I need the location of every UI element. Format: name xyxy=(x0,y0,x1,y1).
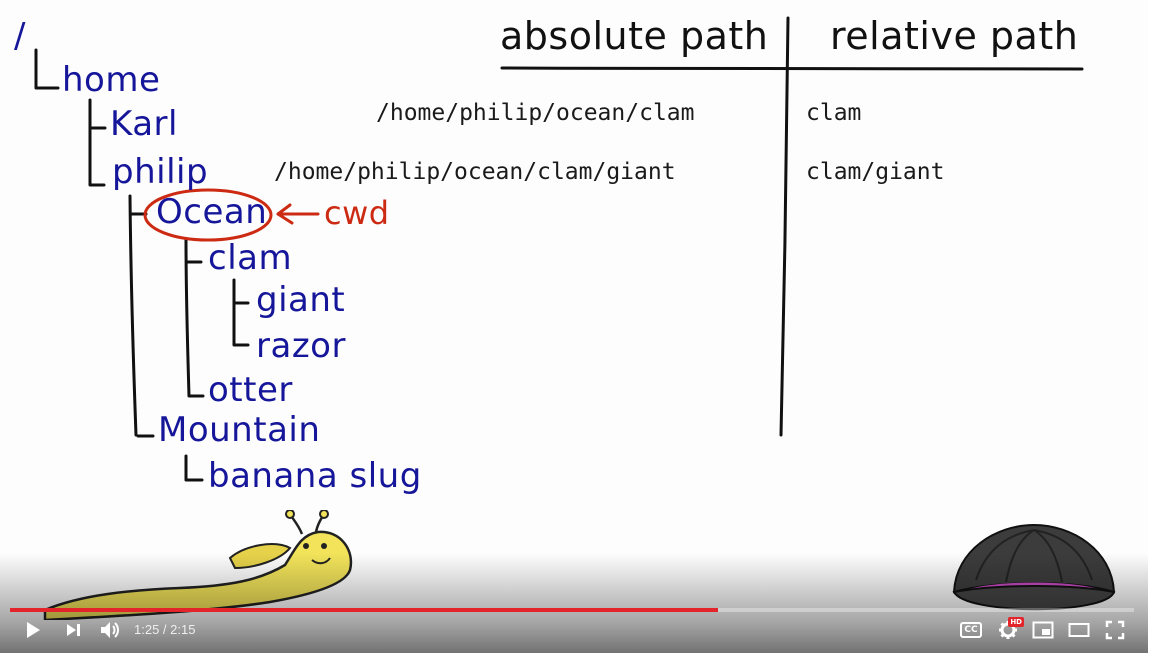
time-display: 1:25 / 2:15 xyxy=(134,622,195,637)
progress-bar[interactable] xyxy=(10,608,1134,612)
captions-label: CC xyxy=(964,625,978,635)
tree-node-home: home xyxy=(62,60,161,100)
theater-mode-icon xyxy=(1068,623,1090,637)
captions-icon: CC xyxy=(960,622,982,638)
fullscreen-button[interactable] xyxy=(1102,618,1128,642)
captions-button[interactable]: CC xyxy=(958,618,984,642)
tree-node-razor: razor xyxy=(256,326,346,366)
tree-node-karl: Karl xyxy=(110,104,178,144)
play-icon xyxy=(27,622,40,638)
next-button[interactable] xyxy=(60,618,86,642)
tree-node-clam: clam xyxy=(208,238,293,278)
tree-root: / xyxy=(14,16,26,56)
next-icon xyxy=(67,624,80,636)
video-player[interactable]: absolute path relative path / home Karl … xyxy=(0,0,1155,653)
tree-node-philip: philip xyxy=(112,152,209,192)
duration: 2:15 xyxy=(170,622,196,637)
volume-button[interactable] xyxy=(96,618,124,642)
settings-button[interactable]: HD xyxy=(994,617,1024,642)
absolute-path-header: absolute path xyxy=(500,14,769,58)
tree-node-ocean: Ocean xyxy=(156,192,268,232)
tree-node-banana-slug: banana slug xyxy=(208,456,422,496)
cwd-label: cwd xyxy=(324,194,390,232)
progress-played xyxy=(10,608,719,612)
miniplayer-button[interactable] xyxy=(1030,618,1056,642)
settings-gear-icon: HD xyxy=(998,617,1024,640)
theater-mode-button[interactable] xyxy=(1066,618,1092,642)
hd-badge: HD xyxy=(1008,617,1024,627)
tree-node-giant: giant xyxy=(256,280,346,320)
relative-path-row-1: clam xyxy=(806,100,862,126)
miniplayer-icon xyxy=(1032,621,1054,639)
current-time: 1:25 xyxy=(134,622,160,637)
volume-icon xyxy=(101,622,119,638)
tree-node-mountain: Mountain xyxy=(158,410,321,450)
relative-path-header: relative path xyxy=(830,14,1079,58)
tree-node-otter: otter xyxy=(208,370,293,410)
absolute-path-row-1: /home/philip/ocean/clam xyxy=(376,100,695,126)
fullscreen-icon xyxy=(1105,620,1125,640)
absolute-path-row-2: /home/philip/ocean/clam/giant xyxy=(274,159,676,185)
time-separator: / xyxy=(159,622,171,637)
play-button[interactable] xyxy=(20,618,46,642)
relative-path-row-2: clam/giant xyxy=(806,159,945,185)
